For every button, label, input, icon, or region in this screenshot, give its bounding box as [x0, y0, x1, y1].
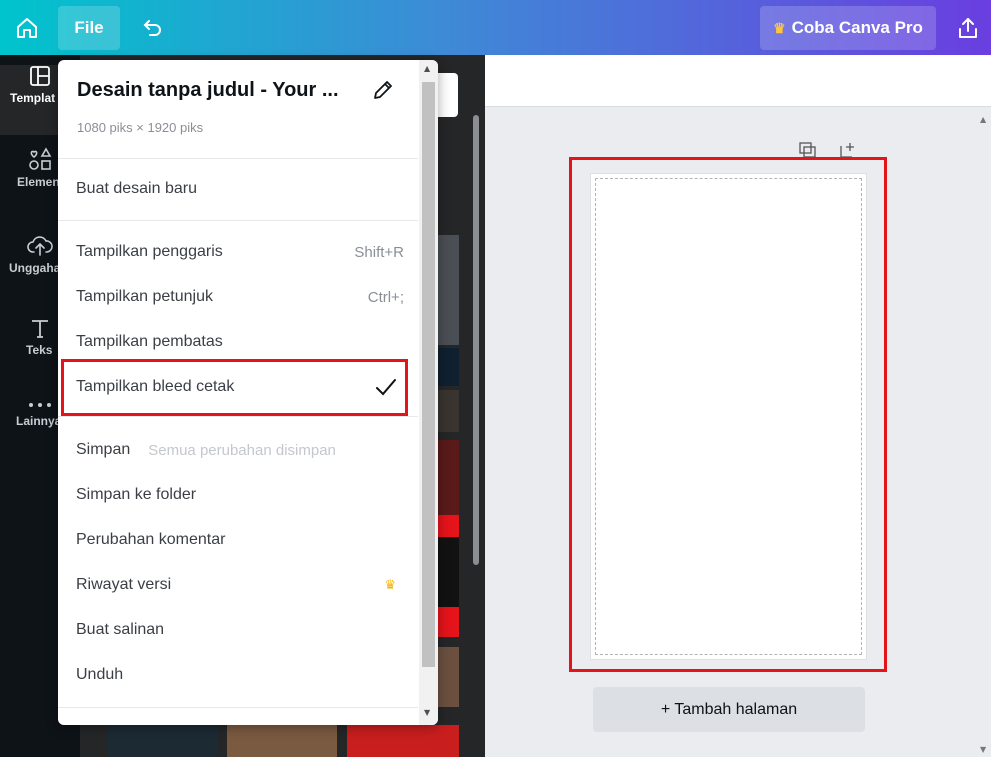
menu-item-label: Buat salinan: [76, 621, 165, 638]
menu-item-new-design[interactable]: Buat desain baru: [58, 169, 418, 209]
crown-icon: ♛: [773, 19, 786, 36]
design-dimensions: 1080 piks × 1920 piks: [77, 120, 204, 135]
crown-icon: ♛: [384, 577, 396, 592]
canvas-toolbar: [485, 55, 991, 107]
save-status: Semua perubahan disimpan: [148, 441, 336, 459]
elements-icon: [29, 147, 52, 170]
undo-button[interactable]: [132, 6, 174, 50]
menu-item-make-copy[interactable]: Buat salinan: [58, 610, 418, 650]
template-thumbnail[interactable]: [347, 725, 459, 757]
panel-scrollbar[interactable]: [473, 115, 479, 565]
template-thumbnail[interactable]: [437, 235, 459, 345]
share-icon: [959, 18, 977, 38]
menu-item-label: Unduh: [76, 666, 124, 683]
upload-icon: [27, 236, 53, 256]
menu-divider: [58, 416, 418, 417]
scroll-up-icon: ▲: [980, 115, 987, 124]
menu-item-label: Riwayat versi: [76, 576, 172, 593]
template-thumbnail[interactable]: [437, 440, 459, 515]
menu-item-show-margins[interactable]: Tampilkan pembatas: [58, 322, 418, 362]
highlight-box-canvas: [569, 157, 887, 672]
menu-item-label: Perubahan komentar: [76, 531, 226, 548]
add-page-button[interactable]: + Tambah halaman: [593, 687, 865, 732]
canvas-scrollbar[interactable]: ▲ ▼: [978, 115, 990, 755]
menu-item-label: Simpan: [76, 441, 131, 458]
menu-item-label: Tampilkan penggaris: [76, 243, 223, 260]
try-canva-pro-label: Coba Canva Pro: [791, 18, 923, 37]
undo-icon: [143, 20, 161, 36]
more-icon: [29, 403, 51, 407]
menu-scrollbar[interactable]: ▲ ▼: [419, 60, 438, 725]
home-icon: [17, 18, 37, 38]
scroll-down-icon: ▼: [424, 708, 431, 717]
menu-item-save-to-folder[interactable]: Simpan ke folder: [58, 475, 418, 515]
file-menu-button[interactable]: File: [58, 6, 120, 50]
rename-button[interactable]: [371, 78, 395, 102]
home-button[interactable]: [6, 6, 48, 50]
menu-item-show-rulers[interactable]: Tampilkan penggaris Shift+R: [58, 232, 418, 272]
menu-item-label: Tampilkan petunjuk: [76, 288, 213, 305]
menu-item-shortcut: Shift+R: [354, 243, 404, 261]
menu-divider: [58, 158, 418, 159]
design-title[interactable]: Desain tanpa judul - Your ...: [77, 79, 367, 102]
menu-item-save[interactable]: Simpan Semua perubahan disimpan: [58, 430, 418, 470]
add-page-icon: [840, 143, 854, 158]
menu-divider: [58, 707, 418, 708]
template-thumbnail[interactable]: [227, 725, 337, 757]
menu-scrollbar-thumb[interactable]: [422, 82, 435, 667]
scroll-down-icon: ▼: [980, 745, 987, 754]
try-canva-pro-button[interactable]: ♛ Coba Canva Pro: [760, 6, 936, 50]
template-thumbnail[interactable]: [108, 725, 218, 757]
menu-item-shortcut: Ctrl+;: [367, 288, 404, 306]
duplicate-icon: [799, 142, 816, 158]
menu-item-show-guides[interactable]: Tampilkan petunjuk Ctrl+;: [58, 277, 418, 317]
menu-item-label: Simpan ke folder: [76, 486, 197, 503]
text-icon: [32, 320, 48, 338]
template-thumbnail[interactable]: [437, 647, 459, 707]
template-thumbnail[interactable]: [437, 607, 459, 637]
template-thumbnail[interactable]: [437, 515, 459, 537]
pencil-icon: [374, 81, 392, 99]
menu-divider: [58, 220, 418, 221]
template-thumbnail[interactable]: [437, 348, 459, 386]
menu-item-comment-changes[interactable]: Perubahan komentar: [58, 520, 418, 560]
template-thumbnail[interactable]: [437, 537, 459, 607]
top-bar: File ♛ Coba Canva Pro: [0, 0, 991, 55]
highlight-box-menu: [61, 359, 408, 416]
share-button[interactable]: [948, 6, 988, 50]
template-icon: [30, 66, 50, 86]
menu-item-download[interactable]: Unduh: [58, 655, 418, 695]
menu-item-label: Buat desain baru: [76, 180, 197, 197]
menu-item-version-history[interactable]: Riwayat versi ♛: [58, 565, 418, 605]
template-thumbnail[interactable]: [437, 390, 459, 432]
scroll-up-icon: ▲: [424, 64, 431, 73]
menu-item-label: Tampilkan pembatas: [76, 333, 223, 350]
